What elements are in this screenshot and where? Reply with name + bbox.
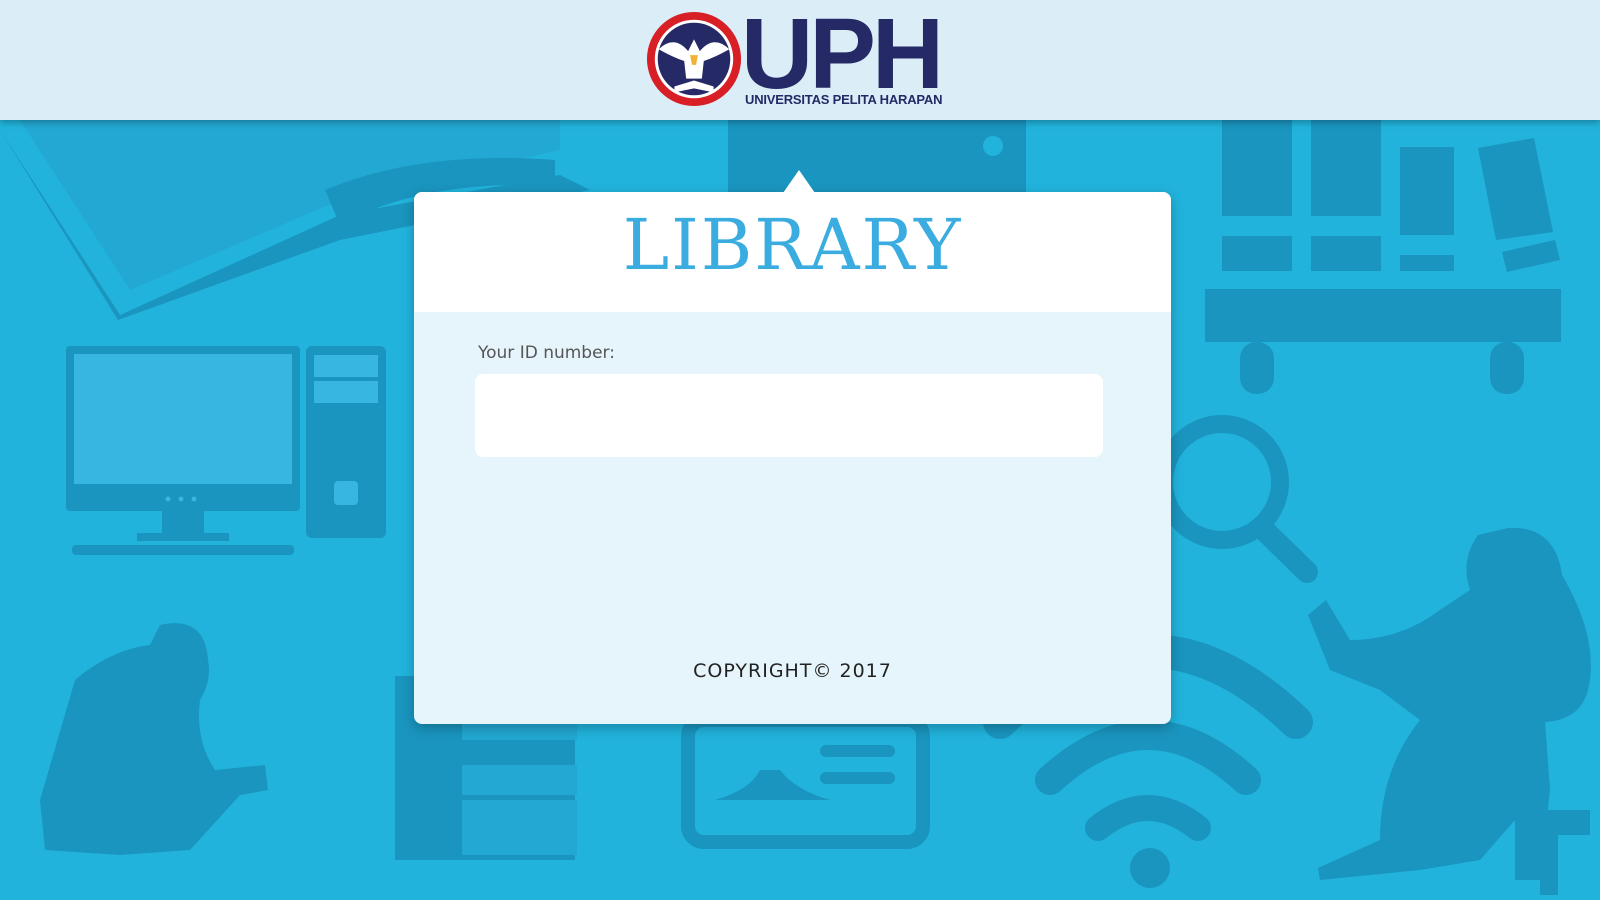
- card-pointer: [783, 170, 815, 193]
- id-number-label: Your ID number:: [478, 343, 615, 363]
- id-card-icon: [681, 713, 930, 849]
- university-seal-icon: [646, 11, 742, 107]
- computer-icon: [66, 346, 386, 555]
- id-number-input[interactable]: [475, 374, 1103, 457]
- card-header: LIBRARY: [414, 192, 1171, 312]
- page-title: LIBRARY: [622, 204, 963, 286]
- logo-wordmark: UPH: [741, 0, 944, 110]
- reading-woman-silhouette: [1308, 527, 1591, 895]
- logo-subtitle: UNIVERSITAS PELITA HARAPAN: [745, 92, 943, 107]
- top-box-shape: [728, 120, 1026, 192]
- reading-man-silhouette: [40, 623, 268, 855]
- bookshelf-icon: [1205, 120, 1561, 394]
- header-bar: UPH UNIVERSITAS PELITA HARAPAN: [0, 0, 1600, 120]
- uph-logo[interactable]: UPH UNIVERSITAS PELITA HARAPAN: [645, 4, 955, 110]
- login-card: LIBRARY Your ID number: COPYRIGHT© 2017: [414, 192, 1171, 724]
- copyright-text: COPYRIGHT© 2017: [693, 660, 892, 682]
- magnifier-icon: [1155, 415, 1318, 583]
